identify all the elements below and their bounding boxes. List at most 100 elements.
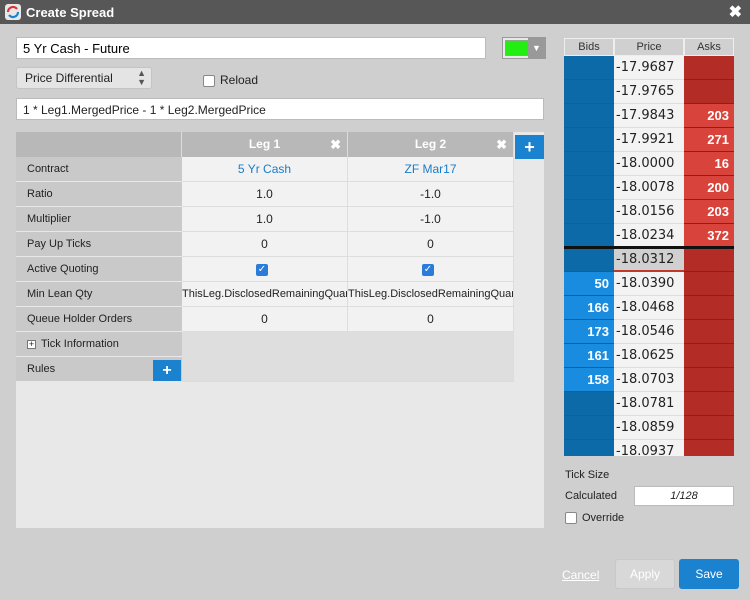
chevron-down-icon: ▼ bbox=[528, 38, 545, 58]
ladder-row[interactable]: -18.0312 bbox=[564, 248, 734, 272]
leg-1-header-label: Leg 1 bbox=[248, 137, 281, 151]
ask-cell[interactable] bbox=[684, 272, 734, 296]
ask-cell[interactable]: 16 bbox=[684, 152, 734, 176]
ask-cell[interactable] bbox=[684, 344, 734, 368]
ladder-row[interactable]: -18.0078 200 bbox=[564, 176, 734, 200]
ask-cell[interactable] bbox=[684, 440, 734, 456]
ladder-row[interactable]: 173 -18.0546 bbox=[564, 320, 734, 344]
bid-cell[interactable]: 173 bbox=[564, 320, 614, 344]
leg-2-queue-holder[interactable]: 0 bbox=[348, 307, 514, 332]
color-picker-button[interactable]: ▼ bbox=[502, 37, 546, 59]
ladder-row[interactable]: 166 -18.0468 bbox=[564, 296, 734, 320]
leg-2-active-quoting-checkbox[interactable]: ✓ bbox=[422, 263, 434, 276]
ask-cell[interactable]: 271 bbox=[684, 128, 734, 152]
leg-1-active-quoting-checkbox[interactable]: ✓ bbox=[256, 263, 268, 276]
ladder-row[interactable]: -17.9765 bbox=[564, 80, 734, 104]
spread-name-input[interactable] bbox=[16, 37, 486, 59]
reload-checkbox-box[interactable] bbox=[203, 74, 215, 87]
bid-cell[interactable] bbox=[564, 176, 614, 200]
last-price-marker bbox=[614, 270, 684, 272]
bid-cell[interactable] bbox=[564, 416, 614, 440]
ladder-row[interactable]: -18.0000 16 bbox=[564, 152, 734, 176]
ladder-row[interactable]: -17.9921 271 bbox=[564, 128, 734, 152]
bid-cell[interactable] bbox=[564, 440, 614, 456]
bid-cell[interactable]: 166 bbox=[564, 296, 614, 320]
formula-field[interactable]: 1 * Leg1.MergedPrice - 1 * Leg2.MergedPr… bbox=[16, 98, 544, 120]
ask-cell[interactable]: 203 bbox=[684, 104, 734, 128]
leg-2-min-lean[interactable]: ThisLeg.DisclosedRemainingQuantity bbox=[348, 282, 514, 307]
save-button[interactable]: Save bbox=[679, 559, 739, 589]
tick-info-toggle[interactable]: + Tick Information bbox=[16, 332, 182, 357]
leg-2-header-label: Leg 2 bbox=[414, 137, 447, 151]
spread-app-icon bbox=[5, 4, 21, 20]
bid-cell[interactable] bbox=[564, 80, 614, 104]
leg-2-rules bbox=[348, 357, 514, 382]
bid-cell[interactable]: 50 bbox=[564, 272, 614, 296]
ladder-row[interactable]: -17.9687 bbox=[564, 56, 734, 80]
ask-cell[interactable]: 203 bbox=[684, 200, 734, 224]
ask-cell[interactable] bbox=[684, 368, 734, 392]
bid-cell[interactable] bbox=[564, 224, 614, 248]
ladder-row[interactable]: -18.0156 203 bbox=[564, 200, 734, 224]
row-label-payup: Pay Up Ticks bbox=[16, 232, 182, 257]
leg-1-queue-holder[interactable]: 0 bbox=[182, 307, 348, 332]
ladder-row[interactable]: -18.0234 372 bbox=[564, 224, 734, 248]
ask-cell[interactable] bbox=[684, 392, 734, 416]
bid-cell[interactable] bbox=[564, 104, 614, 128]
legs-grid: Leg 1 ✖ Leg 2 ✖ + Contract 5 Yr Cash ZF … bbox=[16, 132, 544, 528]
override-checkbox[interactable]: Override bbox=[565, 512, 624, 525]
ask-cell[interactable]: 200 bbox=[684, 176, 734, 200]
leg-2-multiplier[interactable]: -1.0 bbox=[348, 207, 514, 232]
apply-button[interactable]: Apply bbox=[615, 559, 675, 589]
remove-leg-1-icon[interactable]: ✖ bbox=[330, 132, 341, 157]
leg-2-tick-info bbox=[348, 332, 514, 357]
price-ladder: Bids Price Asks -17.9687 -17.9765 -17.9843… bbox=[564, 38, 734, 456]
cancel-button[interactable]: Cancel bbox=[562, 568, 599, 582]
ladder-row[interactable]: 50 -18.0390 bbox=[564, 272, 734, 296]
leg-2-contract[interactable]: ZF Mar17 bbox=[348, 157, 514, 182]
leg-1-min-lean[interactable]: ThisLeg.DisclosedRemainingQuantity bbox=[182, 282, 348, 307]
row-label-multiplier: Multiplier bbox=[16, 207, 182, 232]
leg-1-contract[interactable]: 5 Yr Cash bbox=[182, 157, 348, 182]
bid-cell[interactable] bbox=[564, 56, 614, 80]
ask-cell[interactable] bbox=[684, 248, 734, 272]
leg-1-multiplier[interactable]: 1.0 bbox=[182, 207, 348, 232]
window-title: Create Spread bbox=[26, 5, 115, 20]
pricing-mode-select[interactable]: Price Differential ▲ ▼ bbox=[16, 67, 152, 89]
leg-1-ratio[interactable]: 1.0 bbox=[182, 182, 348, 207]
remove-leg-2-icon[interactable]: ✖ bbox=[496, 132, 507, 157]
ask-cell[interactable]: 372 bbox=[684, 224, 734, 248]
bid-cell[interactable] bbox=[564, 392, 614, 416]
bid-cell[interactable] bbox=[564, 128, 614, 152]
ladder-row[interactable]: 161 -18.0625 bbox=[564, 344, 734, 368]
ladder-row[interactable]: -18.0781 bbox=[564, 392, 734, 416]
ask-cell[interactable] bbox=[684, 296, 734, 320]
leg-2-payup[interactable]: 0 bbox=[348, 232, 514, 257]
bid-cell[interactable] bbox=[564, 152, 614, 176]
bid-cell[interactable] bbox=[564, 248, 614, 272]
reload-checkbox[interactable]: Reload bbox=[203, 73, 258, 87]
ask-cell[interactable] bbox=[684, 416, 734, 440]
add-rule-button[interactable]: + bbox=[153, 360, 181, 381]
ask-cell[interactable] bbox=[684, 80, 734, 104]
leg-2-ratio[interactable]: -1.0 bbox=[348, 182, 514, 207]
bid-cell[interactable]: 158 bbox=[564, 368, 614, 392]
price-cell: -18.0078 bbox=[614, 176, 684, 200]
ladder-row[interactable]: -18.0859 bbox=[564, 416, 734, 440]
price-cell: -18.0468 bbox=[614, 296, 684, 320]
expand-icon[interactable]: + bbox=[27, 339, 36, 349]
leg-1-payup[interactable]: 0 bbox=[182, 232, 348, 257]
ladder-row[interactable]: 158 -18.0703 bbox=[564, 368, 734, 392]
grid-corner bbox=[16, 132, 182, 157]
override-checkbox-box[interactable] bbox=[565, 512, 577, 525]
ask-cell[interactable] bbox=[684, 320, 734, 344]
add-leg-button[interactable]: + bbox=[515, 135, 544, 159]
ladder-row[interactable]: -18.0937 bbox=[564, 440, 734, 456]
ask-cell[interactable] bbox=[684, 56, 734, 80]
close-icon[interactable]: ✖ bbox=[729, 2, 742, 22]
ladder-row[interactable]: -17.9843 203 bbox=[564, 104, 734, 128]
leg-1-rules bbox=[182, 357, 348, 382]
bid-cell[interactable] bbox=[564, 200, 614, 224]
bid-cell[interactable]: 161 bbox=[564, 344, 614, 368]
title-bar: Create Spread ✖ bbox=[0, 0, 750, 24]
